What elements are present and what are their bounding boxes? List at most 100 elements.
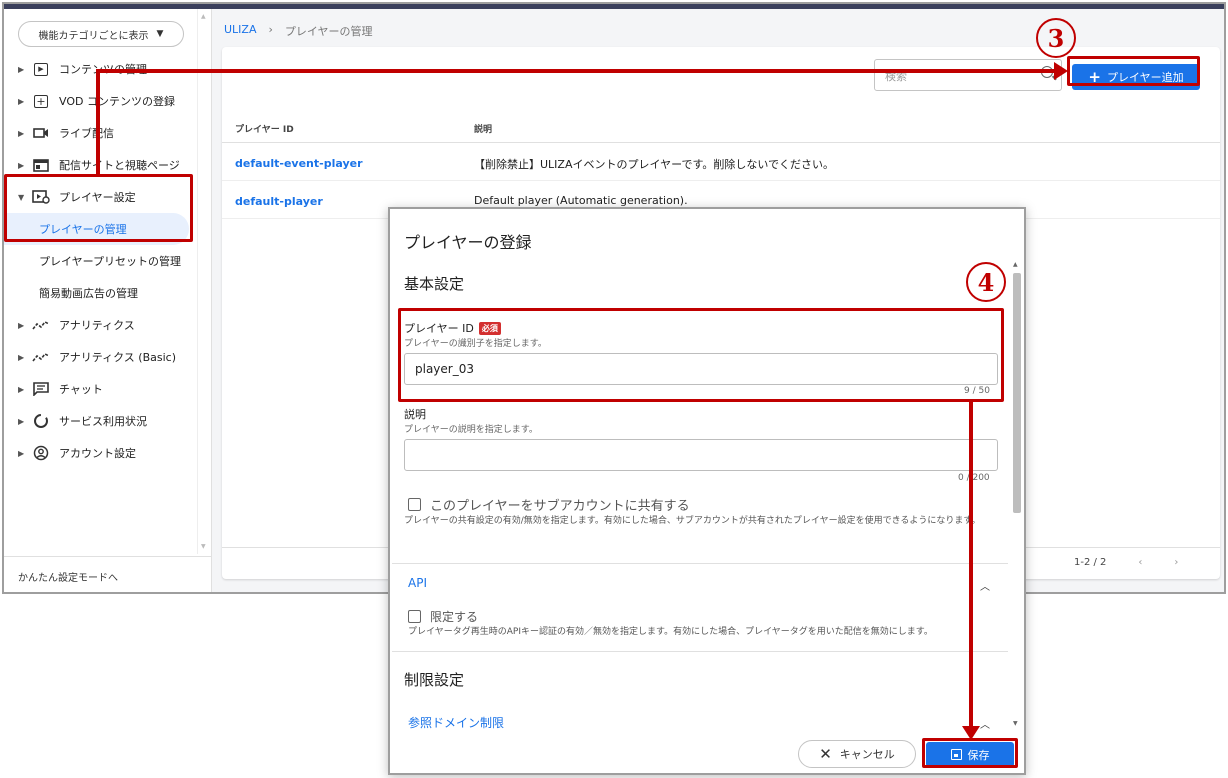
- dialog-scrollbar[interactable]: ▲ ▼: [1010, 259, 1024, 729]
- sidebar-item-label: アカウント設定: [59, 447, 136, 460]
- step-3-number: 3: [1047, 23, 1065, 53]
- cancel-button[interactable]: ✕ キャンセル: [798, 740, 916, 768]
- column-header-description[interactable]: 説明: [474, 122, 492, 135]
- api-limit-checkbox[interactable]: [408, 610, 421, 623]
- domain-restriction-header[interactable]: 参照ドメイン制限: [408, 714, 504, 731]
- expand-arrow-icon: ▶: [18, 352, 25, 362]
- table-row[interactable]: default-event-player 【削除禁止】ULIZAイベントのプレイ…: [222, 143, 1220, 181]
- breadcrumb: ULIZA › プレイヤーの管理: [224, 23, 373, 39]
- sidebar-subitem-player-preset[interactable]: プレイヤープリセットの管理: [4, 245, 197, 277]
- web-page-icon: [32, 158, 50, 172]
- basic-settings-title: 基本設定: [404, 275, 465, 293]
- annotation-line: [96, 69, 1054, 73]
- sidebar-item-label: アナリティクス (Basic): [59, 351, 176, 364]
- description-counter: 0 / 200: [958, 473, 990, 483]
- api-limit-label: 限定する: [430, 610, 479, 624]
- api-section-header[interactable]: API: [408, 576, 427, 590]
- expand-arrow-icon: ▶: [18, 416, 25, 426]
- scroll-down-icon[interactable]: ▼: [201, 543, 206, 550]
- expand-arrow-icon: ▶: [18, 160, 25, 170]
- account-icon: [32, 445, 50, 461]
- sidebar-subitem-video-ads[interactable]: 簡易動画広告の管理: [4, 277, 197, 309]
- highlight-player-id: [398, 308, 1004, 402]
- sidebar-item-analytics-basic[interactable]: ▶ アナリティクス (Basic): [4, 341, 197, 373]
- category-select[interactable]: 機能カテゴリごとに表示 ▼: [18, 21, 184, 47]
- share-subaccount-help: プレイヤーの共有設定の有効/無効を指定します。有効にした場合、サブアカウントが共…: [404, 516, 981, 526]
- step-4-number: 4: [977, 267, 995, 297]
- sidebar-item-chat[interactable]: ▶ チャット: [4, 373, 197, 405]
- player-id-link[interactable]: default-player: [235, 195, 323, 208]
- category-select-label: 機能カテゴリごとに表示: [38, 30, 149, 42]
- share-subaccount-checkbox[interactable]: [408, 498, 421, 511]
- step-3-marker: 3: [1036, 18, 1076, 58]
- sidebar-item-usage[interactable]: ▶ サービス利用状況: [4, 405, 197, 437]
- section-divider: [392, 563, 1008, 564]
- dialog-title: プレイヤーの登録: [404, 233, 532, 252]
- api-limit-checkbox-row[interactable]: 限定する: [408, 608, 478, 625]
- section-divider: [392, 651, 1008, 652]
- breadcrumb-separator: ›: [268, 23, 273, 36]
- add-box-icon: +: [32, 94, 50, 108]
- player-id-link[interactable]: default-event-player: [235, 157, 363, 170]
- close-icon: ✕: [819, 745, 832, 763]
- expand-arrow-icon: ▶: [18, 384, 25, 394]
- cancel-label: キャンセル: [839, 748, 895, 761]
- sidebar: 機能カテゴリごとに表示 ▼ ▶ ▶ コンテンツの管理 ▶ + VOD コンテンツ…: [4, 9, 212, 592]
- expand-arrow-icon: ▶: [18, 448, 25, 458]
- scroll-up-icon[interactable]: ▲: [201, 13, 206, 20]
- sidebar-item-account[interactable]: ▶ アカウント設定: [4, 437, 197, 469]
- collapse-api-icon[interactable]: ︿: [980, 578, 990, 593]
- share-subaccount-label: このプレイヤーをサブアカウントに共有する: [430, 499, 690, 514]
- sidebar-item-live[interactable]: ▶ ライブ配信: [4, 117, 197, 149]
- column-header-player-id[interactable]: プレイヤー ID: [235, 122, 294, 135]
- prev-page-icon[interactable]: ‹: [1138, 557, 1142, 568]
- video-camera-icon: [32, 126, 50, 140]
- chat-icon: [32, 382, 50, 396]
- easy-mode-link[interactable]: かんたん設定モードへ: [4, 556, 211, 592]
- next-page-icon[interactable]: ›: [1174, 557, 1178, 568]
- sidebar-subitem-label: プレイヤープリセットの管理: [39, 255, 182, 268]
- sidebar-item-label: サービス利用状況: [59, 415, 147, 428]
- caret-down-icon: ▼: [156, 29, 164, 39]
- arrow-right-icon: [1054, 62, 1068, 80]
- sidebar-scrollbar[interactable]: ▲ ▼: [197, 9, 211, 554]
- api-limit-help: プレイヤータグ再生時のAPIキー認証の有効／無効を指定します。有効にした場合、プ…: [408, 627, 933, 637]
- play-box-icon: ▶: [32, 62, 50, 76]
- expand-arrow-icon: ▶: [18, 64, 25, 74]
- expand-arrow-icon: ▶: [18, 96, 25, 106]
- share-subaccount-checkbox-row[interactable]: このプレイヤーをサブアカウントに共有する: [408, 495, 690, 514]
- scroll-thumb[interactable]: [1013, 273, 1021, 513]
- breadcrumb-current: プレイヤーの管理: [284, 25, 373, 38]
- description-label-text: 説明: [404, 408, 426, 421]
- usage-circle-icon: [32, 414, 50, 428]
- sidebar-item-analytics[interactable]: ▶ アナリティクス: [4, 309, 197, 341]
- sidebar-item-vod-register[interactable]: ▶ + VOD コンテンツの登録: [4, 85, 197, 117]
- expand-arrow-icon: ▶: [18, 320, 25, 330]
- sidebar-item-label: チャット: [59, 383, 103, 396]
- player-description: Default player (Automatic generation).: [474, 194, 688, 207]
- register-player-dialog: プレイヤーの登録 基本設定 プレイヤー ID 必須 プレイヤーの識別子を指定しま…: [388, 207, 1026, 775]
- collapse-domain-icon[interactable]: ︿: [980, 716, 990, 731]
- analytics-icon: [32, 350, 50, 364]
- description-label: 説明: [404, 406, 426, 422]
- sidebar-subitem-label: 簡易動画広告の管理: [39, 287, 138, 300]
- highlight-add-player: [1067, 56, 1200, 86]
- annotation-line: [96, 69, 100, 175]
- table-header: プレイヤー ID 説明: [222, 107, 1220, 143]
- pagination-range: 1-2 / 2: [1074, 557, 1107, 568]
- expand-arrow-icon: ▶: [18, 128, 25, 138]
- sidebar-item-label: 配信サイトと視聴ページ: [59, 159, 180, 172]
- scroll-up-icon[interactable]: ▲: [1013, 261, 1018, 268]
- breadcrumb-home[interactable]: ULIZA: [224, 23, 256, 39]
- restriction-settings-title: 制限設定: [404, 671, 465, 689]
- description-help: プレイヤーの説明を指定します。: [404, 425, 538, 435]
- sidebar-item-label: ライブ配信: [59, 127, 114, 140]
- annotation-line: [969, 401, 973, 727]
- player-description: 【削除禁止】ULIZAイベントのプレイヤーです。削除しないでください。: [474, 158, 835, 171]
- sidebar-item-label: VOD コンテンツの登録: [59, 95, 175, 108]
- scroll-down-icon[interactable]: ▼: [1013, 720, 1018, 727]
- search-input[interactable]: 検索: [874, 59, 1062, 91]
- description-input[interactable]: [404, 439, 998, 471]
- sidebar-item-label: アナリティクス: [59, 319, 135, 332]
- analytics-icon: [32, 318, 50, 332]
